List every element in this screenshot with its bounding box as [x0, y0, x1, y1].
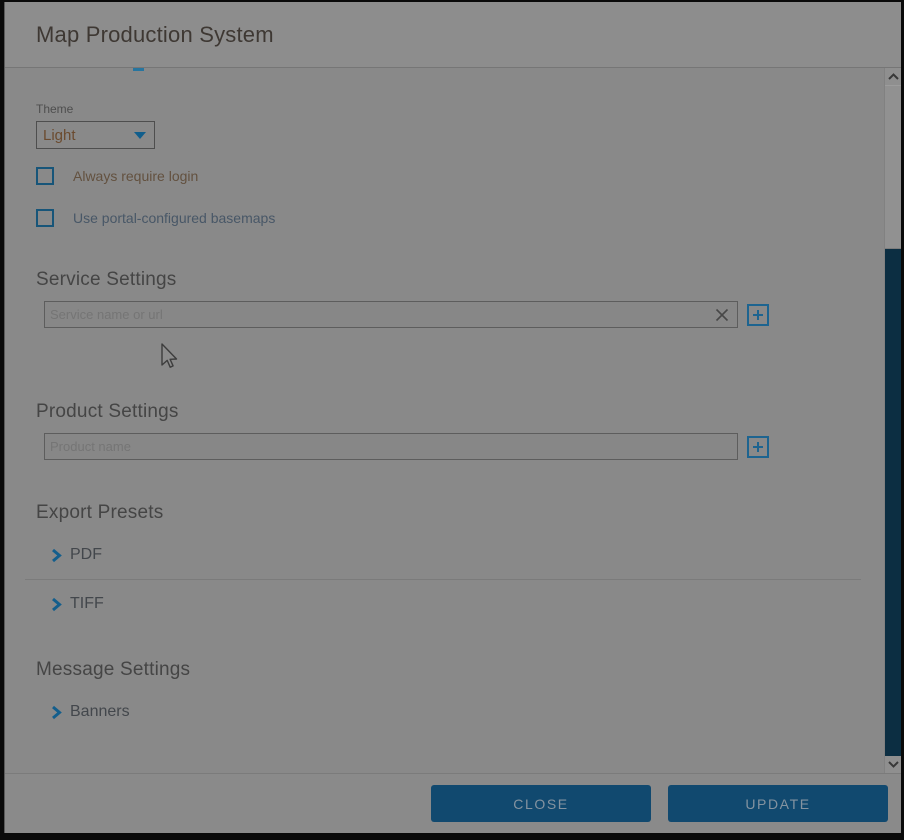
update-button[interactable]: UPDATE — [668, 785, 888, 822]
portal-basemaps-checkbox[interactable] — [36, 209, 54, 227]
mouse-cursor — [158, 342, 178, 372]
chevron-right-icon — [51, 705, 62, 720]
theme-selected-value: Light — [43, 127, 134, 144]
dialog-content: Theme Light Always require login Use por… — [5, 68, 901, 773]
banners-row[interactable]: Banners — [51, 703, 853, 721]
expand-row-label: PDF — [70, 546, 102, 564]
dialog-footer: CLOSE UPDATE — [5, 773, 901, 833]
theme-field: Theme Light — [36, 102, 853, 149]
scroll-up-button[interactable] — [885, 68, 901, 85]
plus-icon — [752, 441, 764, 453]
export-preset-pdf-row[interactable]: PDF — [51, 546, 853, 564]
scrollbar-thumb[interactable] — [885, 85, 901, 249]
chevron-down-icon — [134, 132, 146, 139]
dialog-header: Map Production System — [5, 2, 901, 68]
dialog-title: Map Production System — [36, 22, 274, 48]
checkbox-label: Use portal-configured basemaps — [73, 210, 275, 226]
close-button[interactable]: CLOSE — [431, 785, 651, 822]
export-presets-heading: Export Presets — [36, 502, 853, 524]
product-input-row — [44, 433, 853, 460]
add-service-button[interactable] — [747, 304, 769, 326]
scroll-down-button[interactable] — [885, 756, 901, 773]
service-input-wrap — [44, 301, 738, 328]
service-input-row — [44, 301, 853, 328]
product-settings-heading: Product Settings — [36, 401, 853, 423]
service-settings-heading: Service Settings — [36, 269, 853, 291]
chevron-right-icon — [51, 548, 62, 563]
checkbox-label: Always require login — [73, 168, 198, 184]
service-name-input[interactable] — [45, 302, 737, 327]
add-product-button[interactable] — [747, 436, 769, 458]
expand-row-label: TIFF — [70, 595, 104, 613]
chevron-down-icon — [888, 761, 899, 768]
message-settings-heading: Message Settings — [36, 659, 853, 681]
theme-select[interactable]: Light — [36, 121, 155, 149]
chevron-right-icon — [51, 597, 62, 612]
settings-dialog: Map Production System Theme Light Always… — [4, 2, 901, 833]
preset-divider — [25, 579, 861, 580]
scrollbar-track[interactable] — [885, 249, 901, 756]
clear-x-icon[interactable] — [715, 308, 729, 322]
vertical-scrollbar[interactable] — [884, 68, 901, 773]
theme-label: Theme — [36, 102, 853, 116]
always-require-login-checkbox[interactable] — [36, 167, 54, 185]
expand-row-label: Banners — [70, 703, 130, 721]
export-preset-tiff-row[interactable]: TIFF — [51, 595, 853, 613]
plus-icon — [752, 309, 764, 321]
always-require-login-row[interactable]: Always require login — [36, 167, 853, 185]
product-input-wrap — [44, 433, 738, 460]
chevron-up-icon — [888, 73, 899, 80]
portal-basemaps-row[interactable]: Use portal-configured basemaps — [36, 209, 853, 227]
product-name-input[interactable] — [45, 434, 737, 459]
clipped-element-fragment — [133, 68, 144, 71]
